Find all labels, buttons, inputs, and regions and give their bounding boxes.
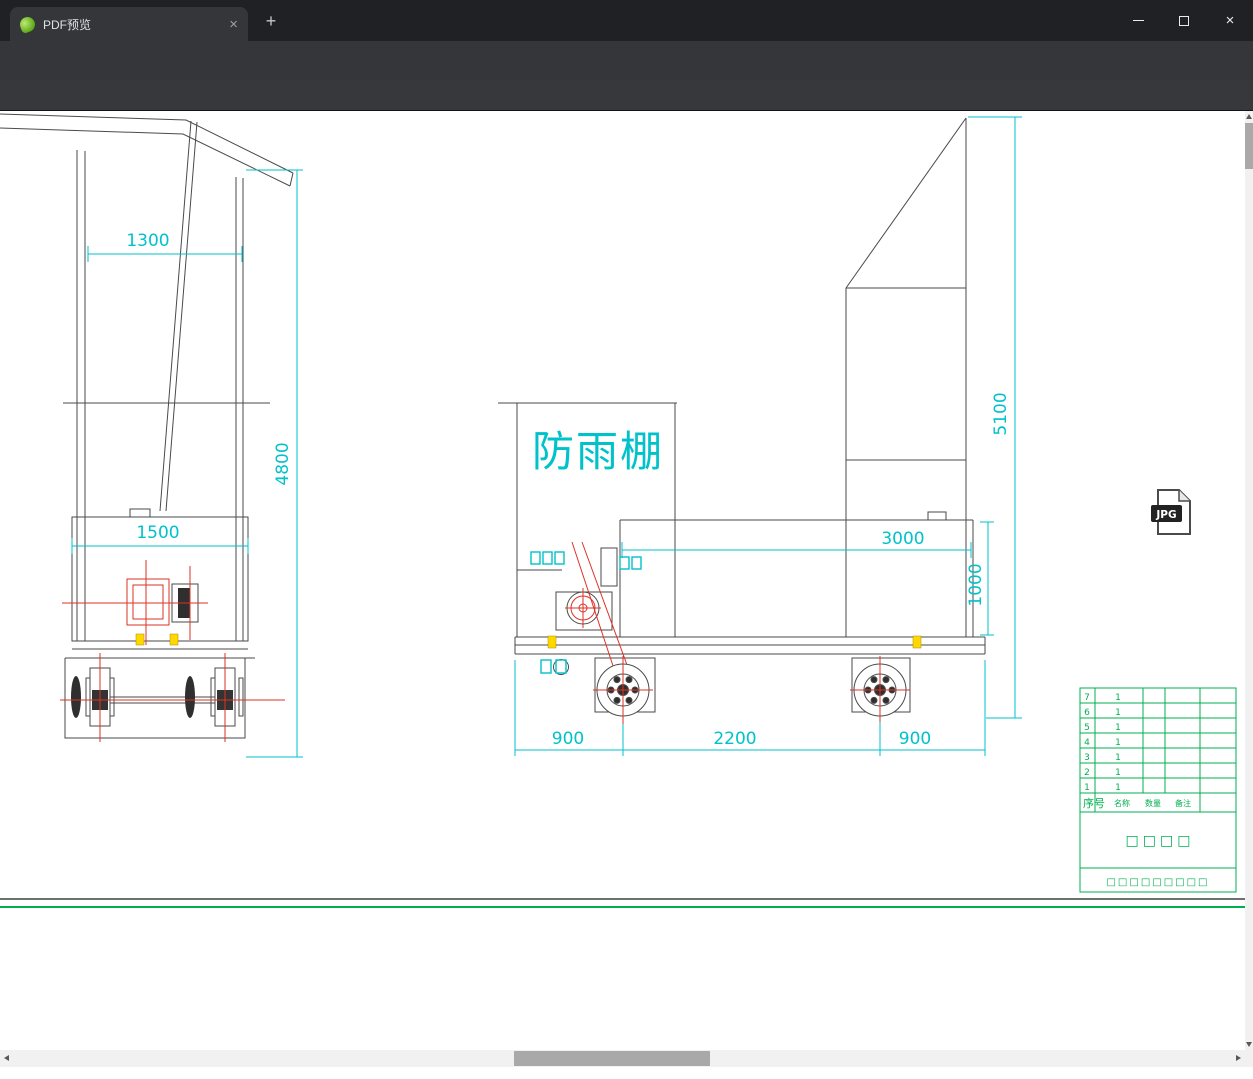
jpg-file-icon: JPG — [1151, 489, 1191, 535]
svg-text:1: 1 — [1115, 723, 1121, 733]
front-view: 1300 1500 4800 — [0, 113, 303, 758]
svg-text:5: 5 — [1084, 723, 1090, 733]
scroll-up-arrow-icon[interactable] — [1246, 114, 1252, 119]
scroll-right-arrow-icon[interactable] — [1236, 1055, 1241, 1061]
scroll-down-arrow-icon[interactable] — [1246, 1042, 1252, 1047]
vertical-scrollbar[interactable] — [1245, 111, 1253, 1050]
svg-text:3: 3 — [1084, 753, 1090, 763]
dim-label-900-right: 900 — [899, 729, 931, 749]
svg-text:2: 2 — [1084, 768, 1090, 778]
tab-pdf-preview[interactable]: PDF预览 × — [10, 7, 248, 41]
scroll-left-arrow-icon[interactable] — [4, 1055, 9, 1061]
tab-title: PDF预览 — [43, 17, 92, 32]
bom-header-qty: 数量 — [1145, 798, 1161, 808]
leaf-favicon-icon — [17, 14, 38, 34]
svg-text:1: 1 — [1115, 753, 1121, 763]
svg-text:1: 1 — [1115, 738, 1121, 748]
rain-shelter-label: 防雨棚 — [532, 427, 664, 476]
minimize-icon — [1132, 20, 1144, 21]
svg-text:4: 4 — [1084, 738, 1090, 748]
side-view: 防雨棚 3000 1000 5100 900 2200 900 — [498, 116, 1022, 756]
window-close-button[interactable]: × — [1207, 0, 1253, 41]
horizontal-scrollbar-thumb[interactable] — [514, 1051, 710, 1066]
vertical-scrollbar-thumb[interactable] — [1245, 123, 1253, 169]
svg-text:1: 1 — [1115, 693, 1121, 703]
horizontal-scrollbar[interactable] — [0, 1050, 1245, 1067]
cad-drawing: 1300 1500 4800 防雨棚 3000 1000 5100 900 22… — [0, 113, 1245, 908]
dim-label-900-left: 900 — [552, 729, 584, 749]
browser-window: PDF预览 × + × ← → ↻ ⌂ localhost:8012/onlin… — [0, 0, 1253, 1079]
svg-text:1: 1 — [1115, 783, 1121, 793]
tab-bar: PDF预览 × + × — [0, 0, 1253, 41]
maximize-icon — [1179, 15, 1189, 26]
dim-label-3000: 3000 — [881, 529, 924, 549]
address-bar: ← → ↻ ⌂ localhost:8012/onlinePreview?url… — [0, 41, 1253, 115]
svg-text:1: 1 — [1115, 708, 1121, 718]
dim-label-1000: 1000 — [966, 563, 986, 606]
svg-text:7: 7 — [1084, 693, 1090, 703]
tab-close-icon[interactable]: × — [229, 17, 238, 32]
new-tab-button[interactable]: + — [259, 9, 283, 33]
pdf-page: 1300 1500 4800 防雨棚 3000 1000 5100 900 22… — [0, 111, 1245, 1050]
bom-header-note: 备注 — [1175, 798, 1191, 808]
bom-header-name: 名称 — [1114, 798, 1130, 808]
drawing-title-text: □□□□ — [1126, 833, 1195, 849]
scrollbar-corner — [1245, 1050, 1253, 1067]
dim-label-5100: 5100 — [991, 392, 1011, 435]
dim-label-2200: 2200 — [713, 729, 756, 749]
svg-text:6: 6 — [1084, 708, 1090, 718]
page-border-lines — [0, 898, 1245, 908]
dim-label-4800: 4800 — [273, 442, 293, 485]
title-block: 7 1 6 1 5 1 4 1 3 1 2 1 1 1 序号 名称 数量 备注 … — [1079, 687, 1237, 893]
jpg-label: JPG — [1155, 509, 1176, 521]
window-minimize-button[interactable] — [1115, 0, 1161, 41]
window-maximize-button[interactable] — [1161, 0, 1207, 41]
svg-text:1: 1 — [1115, 768, 1121, 778]
svg-text:1: 1 — [1084, 783, 1090, 793]
drawing-footer-text: □□□□□□□□□ — [1106, 877, 1209, 888]
dim-label-1500: 1500 — [136, 523, 179, 543]
bom-header-no: 序号 — [1083, 796, 1105, 810]
dim-label-1300: 1300 — [126, 231, 169, 251]
pdf-toolbar: / 1 − + 40% » — [0, 80, 1253, 185]
